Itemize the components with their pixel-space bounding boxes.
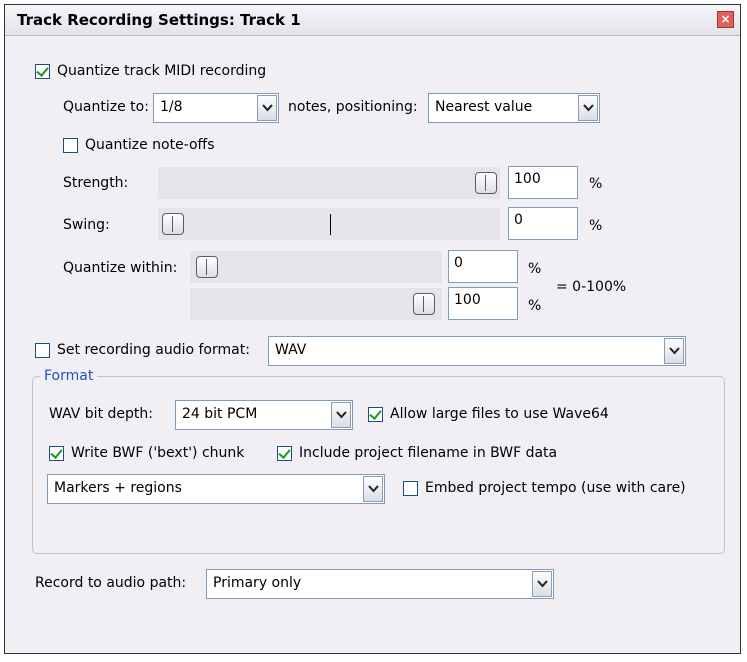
quantize-note-offs-checkbox[interactable] (63, 138, 78, 153)
quantize-within-max-handle[interactable] (413, 293, 435, 315)
swing-input[interactable]: 0 (508, 207, 578, 240)
check-icon (36, 64, 49, 77)
quantize-within-min-input[interactable]: 0 (448, 250, 518, 283)
markers-value: Markers + regions (54, 480, 182, 496)
positioning-label: notes, positioning: (288, 99, 418, 115)
positioning-value: Nearest value (435, 99, 533, 115)
embed-tempo-checkbox[interactable] (403, 481, 418, 496)
audio-format-select[interactable]: WAV (268, 336, 686, 366)
window-title: Track Recording Settings: Track 1 (17, 11, 301, 29)
quantize-to-label: Quantize to: (63, 99, 149, 115)
quantize-within-min-value: 0 (454, 255, 463, 271)
strength-slider-handle[interactable] (475, 172, 497, 194)
positioning-select[interactable]: Nearest value (428, 93, 600, 123)
write-bwf-checkbox[interactable] (49, 446, 64, 461)
swing-slider[interactable] (158, 208, 500, 240)
dropdown-arrow-icon[interactable] (331, 402, 351, 428)
quantize-within-min-handle[interactable] (196, 256, 218, 278)
format-group (32, 376, 725, 554)
record-path-label: Record to audio path: (35, 575, 187, 591)
include-project-filename-label: Include project filename in BWF data (299, 445, 558, 461)
quantize-within-max-unit: % (528, 298, 542, 314)
strength-label: Strength: (63, 175, 129, 191)
record-path-select[interactable]: Primary only (206, 569, 554, 599)
dropdown-arrow-icon[interactable] (363, 476, 383, 502)
close-icon[interactable]: × (717, 11, 734, 28)
format-group-label: Format (40, 368, 98, 384)
include-project-filename-checkbox[interactable] (277, 446, 292, 461)
record-path-value: Primary only (213, 575, 302, 591)
wav-bit-depth-label: WAV bit depth: (49, 406, 153, 422)
dropdown-arrow-icon[interactable] (532, 571, 552, 597)
check-icon (278, 446, 291, 459)
quantize-within-max-value: 100 (454, 292, 481, 308)
title-bar[interactable]: Track Recording Settings: Track 1 × (5, 5, 740, 36)
quantize-within-max-input[interactable]: 100 (448, 287, 518, 320)
quantize-within-max-slider[interactable] (190, 288, 442, 320)
write-bwf-label: Write BWF ('bext') chunk (71, 445, 245, 461)
quantize-to-value: 1/8 (160, 99, 183, 115)
quantize-within-min-slider[interactable] (190, 251, 442, 283)
strength-value: 100 (514, 171, 541, 187)
strength-input[interactable]: 100 (508, 166, 578, 199)
quantize-to-select[interactable]: 1/8 (153, 93, 279, 123)
check-icon (50, 446, 63, 459)
embed-tempo-label: Embed project tempo (use with care) (425, 480, 686, 496)
quantize-note-offs-label: Quantize note-offs (85, 137, 215, 153)
quantize-midi-label: Quantize track MIDI recording (57, 63, 267, 79)
quantize-within-label: Quantize within: (63, 260, 178, 276)
swing-value: 0 (514, 212, 523, 228)
swing-label: Swing: (63, 217, 110, 233)
swing-slider-handle[interactable] (162, 213, 184, 235)
wav-bit-depth-value: 24 bit PCM (182, 406, 258, 422)
strength-slider[interactable] (158, 167, 500, 199)
check-icon (369, 407, 382, 420)
quantize-within-min-unit: % (528, 261, 542, 277)
dropdown-arrow-icon[interactable] (664, 338, 684, 364)
swing-center-mark (330, 214, 331, 235)
strength-unit: % (589, 176, 603, 192)
allow-wave64-label: Allow large files to use Wave64 (390, 406, 609, 422)
set-audio-format-label: Set recording audio format: (57, 342, 250, 358)
set-audio-format-checkbox[interactable] (35, 343, 50, 358)
swing-unit: % (589, 218, 603, 234)
quantize-within-range-label: = 0-100% (556, 279, 627, 295)
audio-format-value: WAV (275, 342, 307, 358)
quantize-midi-checkbox[interactable] (35, 64, 50, 79)
dropdown-arrow-icon[interactable] (578, 95, 598, 121)
allow-wave64-checkbox[interactable] (368, 407, 383, 422)
markers-select[interactable]: Markers + regions (47, 474, 385, 504)
dropdown-arrow-icon[interactable] (257, 95, 277, 121)
wav-bit-depth-select[interactable]: 24 bit PCM (175, 400, 353, 430)
